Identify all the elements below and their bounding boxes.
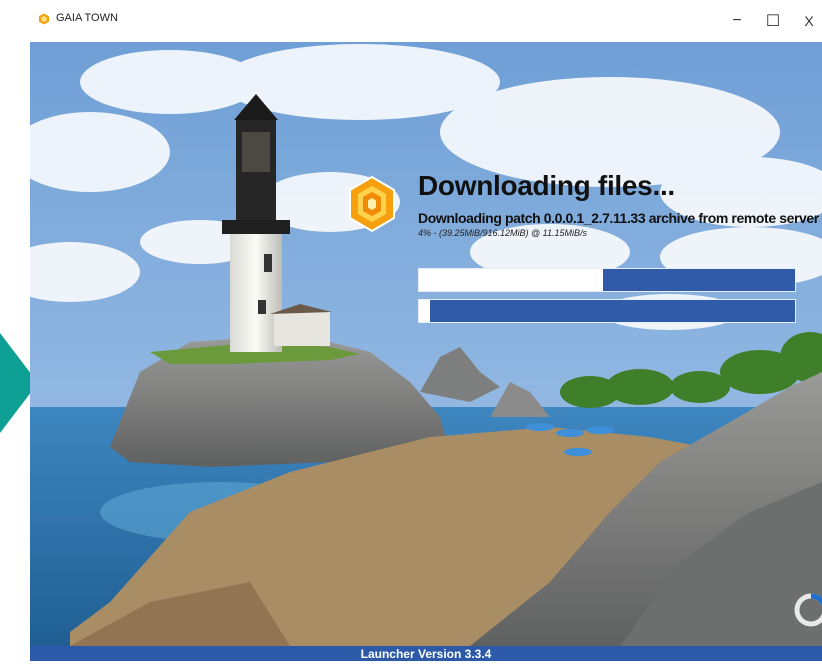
gaia-logo-icon bbox=[39, 13, 49, 25]
footer-bar: Launcher Version 3.3.4 bbox=[30, 646, 822, 661]
file-progress-bar bbox=[418, 268, 796, 292]
loading-spinner-icon bbox=[794, 593, 822, 627]
download-heading: Downloading files... bbox=[418, 170, 675, 201]
file-progress-fill bbox=[419, 269, 604, 291]
window-title: GAIA TOWN bbox=[56, 12, 118, 24]
launcher-version: Launcher Version 3.3.4 bbox=[360, 647, 492, 661]
background-scene: Downloading files... Downloading patch 0… bbox=[30, 42, 822, 646]
total-progress-fill bbox=[419, 300, 431, 322]
minimize-button[interactable]: − bbox=[723, 8, 751, 34]
total-progress-bar bbox=[418, 299, 796, 323]
download-status-text: Downloading patch 0.0.0.1_2.7.11.33 arch… bbox=[418, 210, 819, 226]
left-margin bbox=[0, 0, 30, 661]
close-button[interactable]: X bbox=[795, 8, 822, 34]
maximize-button[interactable]: ☐ bbox=[759, 8, 787, 34]
download-logo-icon bbox=[349, 176, 395, 232]
title-bar: GAIA TOWN − ☐ X bbox=[30, 0, 822, 42]
island-illustration bbox=[30, 42, 822, 646]
download-stats-text: 4% - (39.25MiB/916.12MiB) @ 11.15MiB/s bbox=[418, 228, 588, 238]
